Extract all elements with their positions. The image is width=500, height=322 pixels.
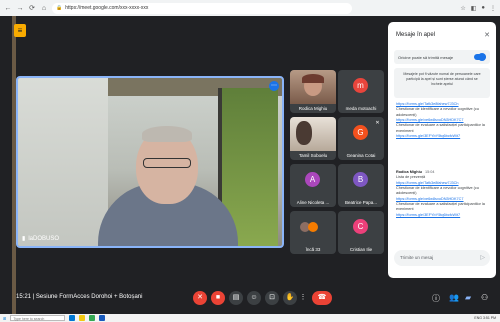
chat-permission-row: Oricine poate să trimită mesaje [394,50,490,64]
message-link[interactable]: https://forms.gle/3EFYbY5tq6bcfcWit7 [396,134,490,139]
profile-icon[interactable]: ● [481,5,485,12]
chat-message: https://forms.gle/Tafk3e8fahew7J3Ch Ches… [396,102,490,139]
system-tray: ENG 3:51 PM [474,316,496,320]
person-icon: ▮ [22,236,26,242]
more-participants-tile[interactable]: Încă 33 [290,211,336,254]
meet-window: ≡ ⋯ ▮ laDOBUSO Rodica Mighiu m meda moto… [0,16,500,314]
speaking-indicator-icon: ⋯ [269,81,279,91]
main-video[interactable]: ⋯ ▮ laDOBUSO [16,76,284,248]
avatar: A [305,172,320,187]
chat-notice: Mesajele pot fi văzute numai de persoane… [394,68,490,98]
activities-icon[interactable]: ⚇ [481,293,488,302]
address-bar[interactable]: 🔒 https://meet.google.com/xxx-xxxx-xxx [52,2,352,14]
menu-icon[interactable]: ⋮ [490,5,496,12]
forward-icon[interactable]: → [16,5,24,12]
participant-name: Beatrice Papa... [344,200,378,205]
info-icon[interactable]: ⓘ [432,293,440,304]
main-speaker-name: laDOBUSO [28,235,59,242]
meeting-title: Sesiune FormAcces Dorohoi + Botoșani [35,294,143,300]
chat-icon[interactable]: ▰ [465,293,471,302]
participant-name: Tamil Soboelu [298,153,328,158]
browser-toolbar: ← → ⟳ ⌂ 🔒 https://meet.google.com/xxx-xx… [0,0,500,16]
message-time: 15:04 [425,170,435,174]
avatar: B [353,172,368,187]
avatar: G [353,125,368,140]
participant-photo [290,117,336,151]
call-controls: 15:21 | Sesiune FormAcces Dorohoi + Boto… [0,283,500,314]
main-speaker-label: ▮ laDOBUSO [22,235,59,243]
chat-input[interactable]: Trimite un mesaj ▷ [394,250,490,266]
participant-tile[interactable]: A Aline Nicoleta ... [290,164,336,207]
hang-up-button[interactable]: ☎ [312,291,332,305]
taskbar: ⊞ Type here to search ENG 3:51 PM [0,314,500,322]
url-text: https://meet.google.com/xxx-xxxx-xxx [65,5,149,11]
raise-hand-button[interactable]: ✋ [283,291,297,305]
message-text: Chestionar de identificare a nevoilor co… [396,185,479,196]
chrome-icon[interactable] [89,315,96,321]
taskbar-search[interactable]: Type here to search [10,315,66,321]
participant-tile[interactable]: Rodica Mighiu [290,70,336,113]
message-author: Rodica Mighiu [396,170,422,174]
close-icon[interactable]: ✕ [484,31,490,39]
participant-photo [290,70,336,104]
chat-message: Rodica Mighiu 15:04 Lista de prezență ht… [396,170,490,218]
hair [302,74,324,83]
emoji-button[interactable]: ☺ [247,291,261,305]
mini-avatar [308,222,318,232]
message-text: Chestionar de identificare a nevoilor co… [396,107,479,117]
explorer-icon[interactable] [79,315,86,321]
chat-title: Mesaje în apel [396,32,436,38]
speaker-hair [142,126,192,142]
message-link[interactable]: https://forms.gle/3EFYbY5tq6bcfcWit7 [396,213,490,218]
participant-tile[interactable]: Tamil Soboelu [290,117,336,160]
message-text: Chestionar de evaluare a satisfacției pa… [396,123,485,133]
participant-tile[interactable]: B Beatrice Papa... [338,164,384,207]
reload-icon[interactable]: ⟳ [28,4,36,12]
participant-name: Rodica Mighiu [298,106,328,111]
participant-name: Cristian Ilie [349,247,373,252]
meet-logo-icon: ≡ [14,24,26,37]
more-count: Încă 33 [305,247,321,252]
participant-tile[interactable]: C Cristian Ilie [338,211,384,254]
chat-input-placeholder: Trimite un mesaj [400,255,434,260]
toggle-label: Oricine poate să trimită mesaje [398,55,454,60]
send-icon[interactable]: ▷ [480,254,485,261]
avatar: m [353,78,368,93]
mic-off-icon: ✕ [374,120,381,127]
present-button[interactable]: ⊡ [265,291,279,305]
participant-tile[interactable]: G ✕ Geanina Cotai [338,117,384,160]
word-icon[interactable] [99,315,106,321]
meeting-info: 15:21 | Sesiune FormAcces Dorohoi + Boto… [16,294,143,300]
face [296,121,312,145]
captions-button[interactable]: ▤ [229,291,243,305]
wall [18,78,108,246]
people-icon[interactable]: 👥 [449,293,459,302]
camera-off-button[interactable]: ■ [211,291,225,305]
participant-tile[interactable]: m meda motoachi [338,70,384,113]
mic-off-button[interactable]: ✕ [193,291,207,305]
avatar: C [353,219,368,234]
participant-name: Geanina Cotai [346,153,376,158]
participant-name: meda motoachi [345,106,377,111]
message-text: Chestionar de evaluare a satisfacției pa… [396,201,485,212]
chat-panel: Mesaje în apel ✕ Oricine poate să trimit… [388,22,496,278]
back-icon[interactable]: ← [4,5,12,12]
meeting-time: 15:21 [16,294,32,300]
more-options-button[interactable]: ⋮ [296,291,310,305]
star-icon[interactable]: ☆ [460,5,465,12]
extensions: ☆ ◧ ● ⋮ [460,5,496,12]
participant-name: Aline Nicoleta ... [296,200,330,205]
home-icon[interactable]: ⌂ [40,5,48,12]
windows-start-icon[interactable]: ⊞ [3,316,6,321]
lock-icon: 🔒 [56,5,63,11]
allow-messages-toggle[interactable] [474,53,486,61]
edge-icon[interactable] [69,315,76,321]
extension-icon[interactable]: ◧ [471,5,477,12]
speaker-glasses [143,158,191,168]
